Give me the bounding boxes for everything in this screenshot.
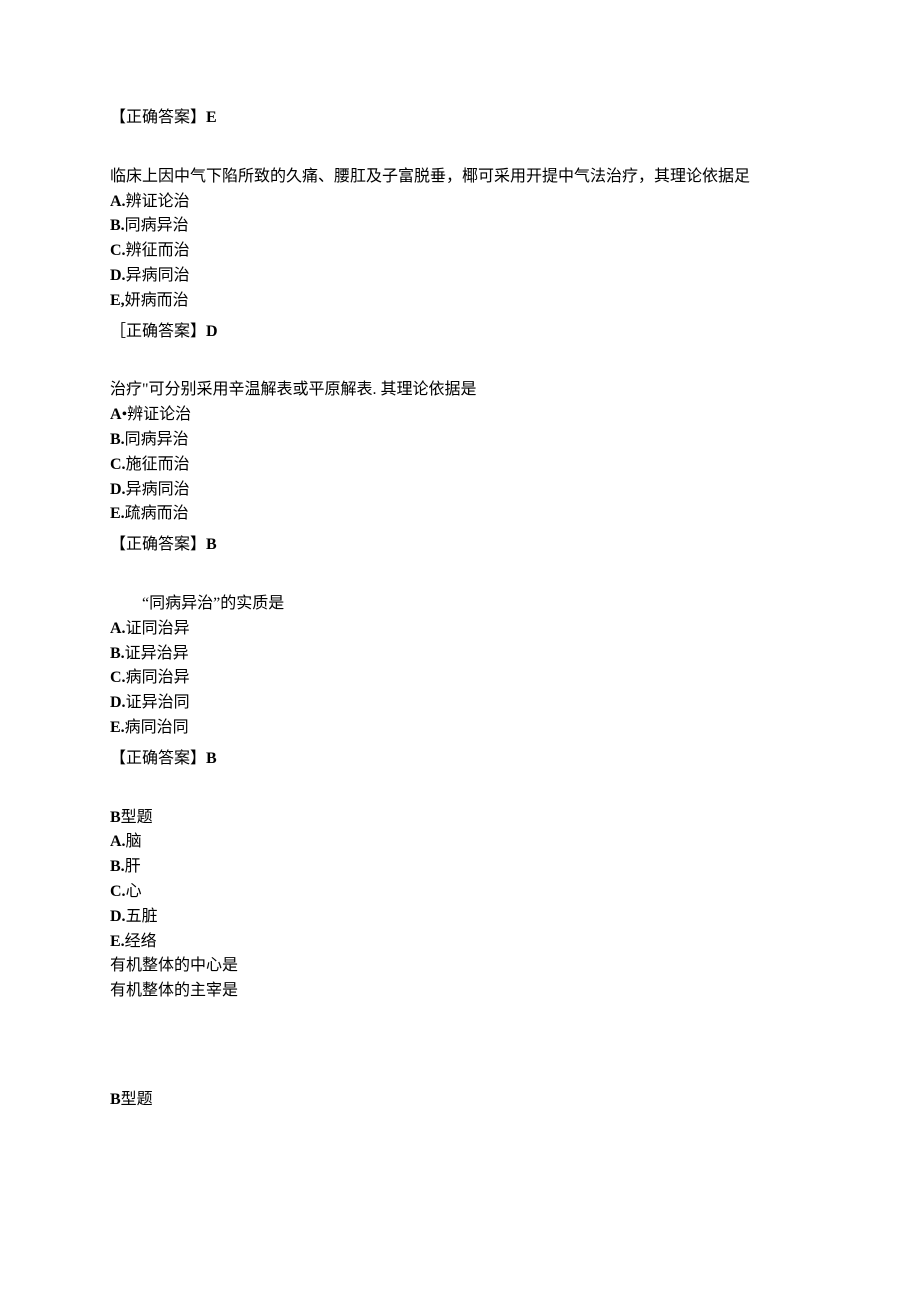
answer-letter: D <box>206 323 218 340</box>
answer-block-0: 【正确答案】E <box>110 106 810 131</box>
answer-label: 【正确答案】 <box>110 109 206 126</box>
option-text: •辨证论治 <box>122 406 192 423</box>
option-text: 辨证论治 <box>126 193 190 210</box>
option-a: A.辨证论治 <box>110 190 810 215</box>
question-stem: 临床上因中气下陷所致的久痛、腰肛及子富脱垂，椰可采用开提中气法治疗，其理论依据足 <box>110 165 810 190</box>
answer-line-2: 【正确答案】B <box>110 533 810 558</box>
answer-letter: B <box>206 750 217 767</box>
question-block-3: “同病异治”的实质是 A.证同治异 B.证异治异 C.病同治异 D.证异治同 E… <box>110 592 810 772</box>
sub-question-2: 有机整体的主宰是 <box>110 979 810 1004</box>
answer-letter: E <box>206 109 217 126</box>
header-text: 型题 <box>121 1091 153 1108</box>
option-text: 经络 <box>125 933 157 950</box>
answer-line-0: 【正确答案】E <box>110 106 810 131</box>
header-text: 型题 <box>121 809 153 826</box>
question-block-5: B型题 <box>110 1088 810 1113</box>
option-text: 肝 <box>125 858 141 875</box>
option-text: 异病同治 <box>126 267 190 284</box>
spacer <box>110 1038 810 1088</box>
option-b: B.证异治异 <box>110 642 810 667</box>
answer-label: 【正确答案】 <box>110 536 206 553</box>
option-text: 证异治同 <box>126 694 190 711</box>
option-c: C.病同治异 <box>110 666 810 691</box>
option-text: 病同治同 <box>125 719 189 736</box>
question-stem: 治疗"可分别采用辛温解表或平原解表. 其理论依据是 <box>110 378 810 403</box>
option-text: 脑 <box>126 833 142 850</box>
answer-label: ［正确答案】 <box>110 323 206 340</box>
option-c: C.辨征而治 <box>110 239 810 264</box>
option-b: B.同病异治 <box>110 214 810 239</box>
option-d: D.异病同治 <box>110 478 810 503</box>
option-text: 病同治异 <box>126 669 190 686</box>
question-block-2: 治疗"可分别采用辛温解表或平原解表. 其理论依据是 A•辨证论治 B.同病异治 … <box>110 378 810 558</box>
option-e: E.经络 <box>110 930 810 955</box>
option-e: E.疏病而治 <box>110 502 810 527</box>
option-text: 妍病而治 <box>125 292 189 309</box>
question-stem: “同病异治”的实质是 <box>110 592 810 617</box>
answer-line-1: ［正确答案】D <box>110 320 810 345</box>
option-text: 疏病而治 <box>125 505 189 522</box>
option-text: 异病同治 <box>126 481 190 498</box>
option-text: 心 <box>126 883 142 900</box>
option-text: 施征而治 <box>126 456 190 473</box>
option-c: C.心 <box>110 880 810 905</box>
question-block-4: B型题 A.脑 B.肝 C.心 D.五脏 E.经络 有机整体的中心是 有机整体的… <box>110 806 810 1004</box>
option-b: B.同病异治 <box>110 428 810 453</box>
option-c: C.施征而治 <box>110 453 810 478</box>
option-d: D.证异治同 <box>110 691 810 716</box>
option-text: 辨征而治 <box>126 242 190 259</box>
option-e: E.病同治同 <box>110 716 810 741</box>
sub-question-1: 有机整体的中心是 <box>110 954 810 979</box>
option-d: D.五脏 <box>110 905 810 930</box>
option-d: D.异病同治 <box>110 264 810 289</box>
option-e: E,妍病而治 <box>110 289 810 314</box>
option-a: A•辨证论治 <box>110 403 810 428</box>
option-a: A.脑 <box>110 830 810 855</box>
answer-letter: B <box>206 536 217 553</box>
option-b: B.肝 <box>110 855 810 880</box>
b-type-header: B型题 <box>110 806 810 831</box>
answer-label: 【正确答案】 <box>110 750 206 767</box>
option-text: 证同治异 <box>126 620 190 637</box>
option-text: 证异治异 <box>125 645 189 662</box>
option-text: 五脏 <box>126 908 158 925</box>
question-block-1: 临床上因中气下陷所致的久痛、腰肛及子富脱垂，椰可采用开提中气法治疗，其理论依据足… <box>110 165 810 345</box>
option-text: 同病异治 <box>125 431 189 448</box>
b-type-header: B型题 <box>110 1088 810 1113</box>
answer-line-3: 【正确答案】B <box>110 747 810 772</box>
option-a: A.证同治异 <box>110 617 810 642</box>
option-text: 同病异治 <box>125 217 189 234</box>
